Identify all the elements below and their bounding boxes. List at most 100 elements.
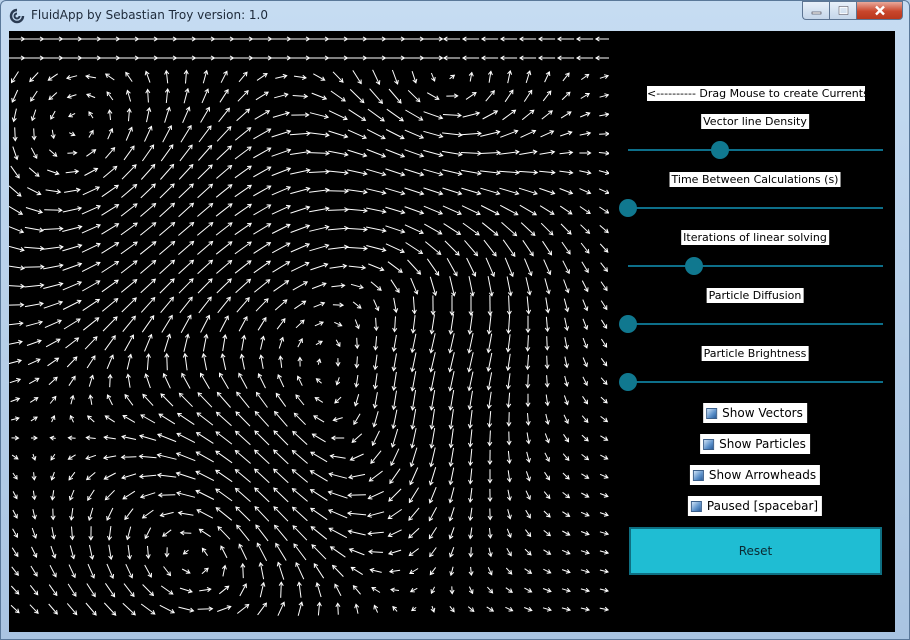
vector-arrow	[446, 93, 459, 99]
vector-arrow	[464, 240, 479, 257]
slider-knob[interactable]	[619, 315, 637, 333]
vector-arrow	[525, 315, 531, 334]
vector-arrow	[429, 352, 436, 373]
show-vectors-checkbox[interactable]: Show Vectors	[703, 403, 807, 423]
vector-arrow	[467, 314, 473, 335]
iterations-slider[interactable]	[628, 257, 883, 275]
vector-arrow	[9, 265, 26, 271]
vector-arrow	[69, 545, 76, 560]
fluid-simulation-canvas[interactable]	[9, 31, 609, 621]
checkbox-icon	[690, 500, 702, 512]
vector-arrow	[9, 320, 24, 326]
vector-arrow	[144, 333, 153, 352]
title-bar[interactable]: FluidApp by Sebastian Troy version: 1.0	[1, 1, 909, 31]
vector-arrow	[121, 434, 137, 440]
vector-arrow	[139, 241, 157, 255]
vector-arrow	[599, 530, 609, 536]
vector-arrow	[198, 528, 211, 538]
vector-arrow	[327, 509, 348, 519]
vector-arrow	[43, 281, 64, 289]
vector-arrow	[146, 106, 152, 123]
vector-arrow	[315, 582, 322, 598]
vector-arrow	[120, 222, 138, 236]
vector-arrow	[328, 150, 349, 157]
vector-arrow	[468, 276, 475, 297]
vector-arrow	[525, 509, 531, 519]
vector-arrow	[468, 527, 474, 540]
vector-arrow	[366, 245, 387, 253]
show-particles-checkbox[interactable]: Show Particles	[700, 434, 810, 454]
particle-brightness-slider[interactable]	[619, 373, 883, 391]
vector-arrow	[560, 223, 572, 235]
vector-arrow	[164, 547, 170, 558]
slider-label-vector-density: Vector line Density	[701, 114, 809, 129]
vector-arrow	[487, 488, 493, 503]
vector-density-slider[interactable]	[628, 141, 883, 159]
vector-arrow	[176, 55, 197, 61]
vector-arrow	[201, 547, 209, 556]
vector-arrow	[335, 602, 341, 615]
vector-arrow	[108, 544, 114, 561]
vector-arrow	[195, 470, 215, 482]
vector-arrow	[525, 393, 531, 408]
vector-arrow	[309, 507, 328, 521]
vector-arrow	[329, 263, 348, 269]
vector-arrow	[144, 564, 152, 578]
vector-arrow	[176, 412, 195, 426]
vector-arrow	[309, 112, 330, 119]
vector-arrow	[448, 447, 454, 468]
vector-arrow	[562, 453, 570, 462]
vector-arrow	[366, 168, 387, 177]
show-arrowheads-checkbox[interactable]: Show Arrowheads	[689, 465, 821, 485]
vector-arrow	[350, 566, 363, 576]
time-between-slider[interactable]	[619, 199, 883, 217]
reset-button[interactable]: Reset	[629, 527, 882, 575]
vector-arrow	[544, 375, 550, 388]
vector-arrow	[315, 378, 322, 384]
slider-knob[interactable]	[710, 141, 729, 159]
vector-arrow	[594, 55, 609, 61]
vector-arrow	[582, 376, 588, 387]
vector-arrow	[122, 602, 136, 616]
vector-arrow	[600, 435, 609, 441]
vector-arrow	[126, 353, 133, 370]
paused-checkbox[interactable]: Paused [spacebar]	[687, 496, 823, 516]
vector-arrow	[429, 447, 436, 468]
vector-arrow	[104, 415, 115, 423]
vector-arrow	[255, 91, 269, 101]
vector-arrow	[506, 431, 512, 446]
close-button[interactable]	[856, 1, 903, 20]
maximize-button[interactable]	[829, 1, 856, 20]
vector-arrow	[125, 526, 132, 541]
vector-arrow	[216, 278, 232, 294]
slider-knob[interactable]	[619, 199, 637, 217]
vector-arrow	[238, 315, 248, 332]
vector-arrow	[430, 586, 436, 595]
vector-arrow	[29, 397, 39, 403]
vector-arrow	[140, 202, 157, 217]
vector-arrow	[50, 415, 56, 423]
vector-arrow	[271, 148, 292, 157]
vector-arrow	[236, 391, 250, 409]
vector-arrow	[600, 416, 609, 423]
particle-diffusion-slider[interactable]	[619, 315, 883, 333]
vector-arrow	[561, 549, 571, 555]
vector-arrow	[29, 72, 39, 83]
vector-arrow	[581, 73, 590, 81]
vector-arrow	[180, 124, 192, 143]
vector-arrow	[408, 548, 419, 557]
slider-knob[interactable]	[685, 257, 704, 275]
vector-arrow	[410, 371, 417, 392]
vector-arrow	[335, 358, 341, 367]
vector-arrow	[215, 431, 233, 445]
vector-arrow	[234, 430, 251, 446]
vector-arrow	[271, 167, 292, 177]
vector-arrow	[297, 601, 304, 616]
slider-knob[interactable]	[619, 373, 637, 391]
minimize-button[interactable]	[802, 1, 829, 20]
vector-arrow	[104, 489, 115, 501]
vector-arrow	[44, 207, 63, 213]
vector-arrow	[347, 529, 366, 536]
vector-arrow	[124, 508, 134, 521]
vector-arrow	[81, 36, 102, 42]
